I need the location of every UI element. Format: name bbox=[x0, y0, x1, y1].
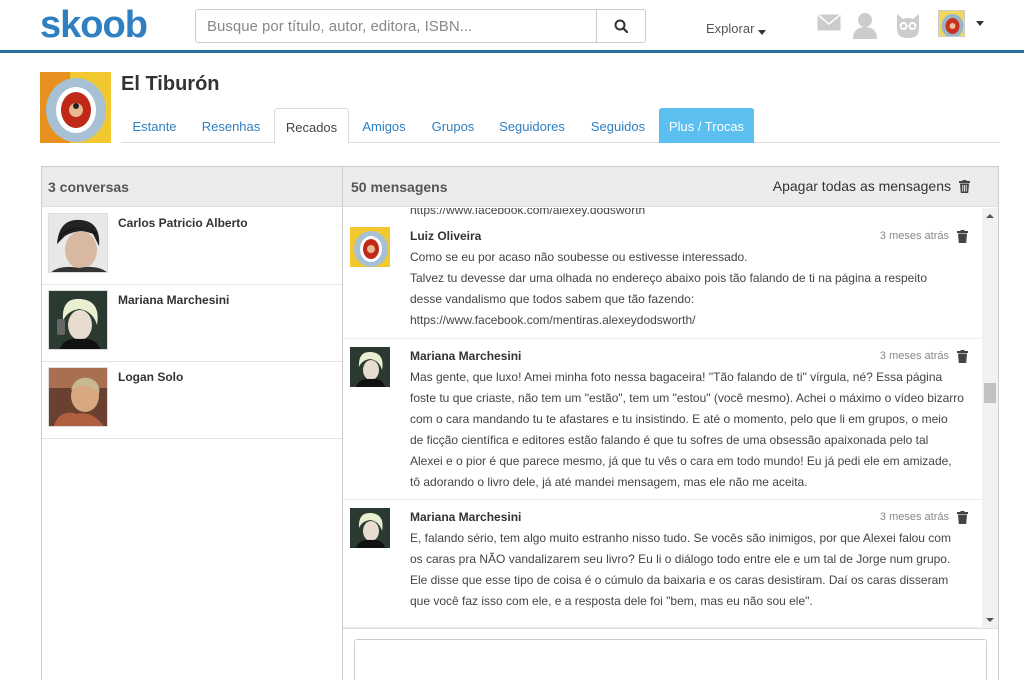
mail-icon[interactable] bbox=[817, 14, 841, 31]
avatar bbox=[48, 367, 108, 427]
skoob-logo[interactable]: skoob bbox=[40, 4, 148, 47]
person-avatar-image bbox=[49, 214, 107, 272]
message-item: Mariana Marchesini 3 meses atrás E, fala… bbox=[343, 504, 981, 628]
message-line: os caras pra NÃO vandalizarem seu livro?… bbox=[410, 552, 951, 566]
message-line: desse vandalismo que todos sabem que tão… bbox=[410, 292, 695, 306]
message-list: https://www.facebook.com/alexey.dodswort… bbox=[343, 208, 981, 628]
message-line: E, falando sério, tem algo muito estranh… bbox=[410, 531, 951, 545]
conversation-item[interactable]: Carlos Patricio Alberto bbox=[42, 208, 342, 285]
shark-profile-image bbox=[40, 72, 111, 143]
delete-message-trash-icon[interactable] bbox=[957, 230, 968, 243]
tab-seguidos[interactable]: Seguidos bbox=[583, 108, 653, 143]
person-avatar-image bbox=[49, 291, 107, 349]
avatar bbox=[350, 508, 390, 548]
message-line: Alexei e o pior é que parece mesmo, já q… bbox=[410, 454, 952, 468]
message-scrollbar[interactable] bbox=[982, 208, 998, 628]
message-line: com o cara mandando tu te afastares e tu… bbox=[410, 412, 948, 426]
shark-avatar-image bbox=[350, 227, 390, 267]
search-button[interactable] bbox=[596, 10, 645, 42]
top-navbar: skoob Explorar bbox=[0, 0, 1024, 53]
messages-panel: 3 conversas 50 mensagens Apagar todas as… bbox=[41, 166, 999, 680]
scroll-up-arrow-icon[interactable] bbox=[982, 208, 998, 224]
chevron-down-icon bbox=[758, 30, 767, 35]
reply-separator bbox=[343, 628, 998, 629]
explore-label: Explorar bbox=[706, 21, 755, 36]
search-box bbox=[195, 9, 646, 43]
message-author[interactable]: Luiz Oliveira bbox=[410, 229, 481, 243]
message-item: Luiz Oliveira 3 meses atrás Como se eu p… bbox=[343, 225, 981, 339]
avatar bbox=[350, 347, 390, 387]
conversation-name: Logan Solo bbox=[118, 370, 184, 384]
message-time: 3 meses atrás bbox=[879, 350, 949, 362]
avatar bbox=[350, 227, 390, 267]
message-time: 3 meses atrás bbox=[879, 511, 949, 523]
message-line: Como se eu por acaso não soubesse ou est… bbox=[410, 250, 748, 264]
message-line: tô adorando o livro dele, já até mandei … bbox=[410, 475, 808, 489]
message-line: Talvez tu devesse dar uma olhada no ende… bbox=[410, 271, 928, 285]
message-line: de ficção científica e editores estão fa… bbox=[410, 433, 929, 447]
tab-resenhas[interactable]: Resenhas bbox=[194, 108, 268, 143]
explore-menu[interactable]: Explorar bbox=[706, 21, 767, 36]
conversation-name: Carlos Patricio Alberto bbox=[118, 216, 248, 230]
search-input[interactable] bbox=[196, 10, 596, 42]
tab-recados[interactable]: Recados bbox=[274, 108, 349, 144]
message-text-partial: https://www.facebook.com/alexey.dodswort… bbox=[410, 208, 646, 217]
user-menu-chevron-icon[interactable] bbox=[976, 21, 984, 26]
avatar bbox=[48, 290, 108, 350]
message-line: https://www.facebook.com/mentiras.alexey… bbox=[410, 313, 696, 327]
conversation-name: Mariana Marchesini bbox=[118, 293, 230, 307]
delete-message-trash-icon[interactable] bbox=[957, 350, 968, 363]
owl-icon[interactable] bbox=[894, 11, 922, 39]
conversation-item[interactable]: Mariana Marchesini bbox=[42, 285, 342, 362]
conversations-count: 3 conversas bbox=[48, 179, 129, 195]
user-avatar[interactable] bbox=[938, 10, 965, 37]
reply-box bbox=[354, 639, 987, 680]
message-line: que você faz isso com ele, e a resposta … bbox=[410, 594, 813, 608]
message-line: Mas gente, que luxo! Amei minha foto nes… bbox=[410, 370, 943, 384]
profile-tabs: Estante Resenhas Recados Amigos Grupos S… bbox=[121, 108, 1000, 144]
profile-name: El Tiburón bbox=[121, 73, 220, 95]
message-item: Mariana Marchesini 3 meses atrás Mas gen… bbox=[343, 343, 981, 500]
delete-all-messages-button[interactable]: Apagar todas as mensagens bbox=[773, 178, 970, 194]
conversation-item[interactable]: Logan Solo bbox=[42, 362, 342, 439]
message-text: Mas gente, que luxo! Amei minha foto nes… bbox=[410, 367, 970, 493]
message-time: 3 meses atrás bbox=[879, 230, 949, 242]
message-author[interactable]: Mariana Marchesini bbox=[410, 510, 521, 524]
avatar bbox=[48, 213, 108, 273]
profile-picture bbox=[40, 72, 111, 143]
message-author[interactable]: Mariana Marchesini bbox=[410, 349, 521, 363]
person-avatar-image bbox=[49, 368, 107, 426]
message-text: E, falando sério, tem algo muito estranh… bbox=[410, 528, 970, 612]
user-icon[interactable] bbox=[851, 11, 879, 39]
scroll-down-arrow-icon[interactable] bbox=[982, 612, 998, 628]
delete-all-label: Apagar todas as mensagens bbox=[772, 178, 951, 194]
tab-estante[interactable]: Estante bbox=[121, 108, 188, 143]
message-line: foste tu que criaste, não tem um "estão"… bbox=[410, 391, 964, 405]
reply-textarea[interactable] bbox=[355, 640, 986, 680]
delete-message-trash-icon[interactable] bbox=[957, 511, 968, 524]
person-avatar-image bbox=[350, 508, 390, 548]
tab-grupos[interactable]: Grupos bbox=[423, 108, 483, 143]
person-avatar-image bbox=[350, 347, 390, 387]
tab-amigos[interactable]: Amigos bbox=[354, 108, 414, 143]
search-icon bbox=[614, 19, 628, 33]
messages-count: 50 mensagens bbox=[351, 179, 448, 195]
tab-seguidores[interactable]: Seguidores bbox=[492, 108, 572, 143]
message-text: Como se eu por acaso não soubesse ou est… bbox=[410, 247, 970, 331]
shark-avatar-icon bbox=[939, 11, 964, 36]
trash-icon bbox=[959, 179, 970, 193]
message-line: Ele disse que esse tipo de coisa é o cúm… bbox=[410, 573, 949, 587]
panel-header: 3 conversas 50 mensagens Apagar todas as… bbox=[42, 167, 998, 207]
scroll-thumb[interactable] bbox=[984, 383, 996, 403]
tab-plus-trocas[interactable]: Plus / Trocas bbox=[659, 108, 754, 143]
